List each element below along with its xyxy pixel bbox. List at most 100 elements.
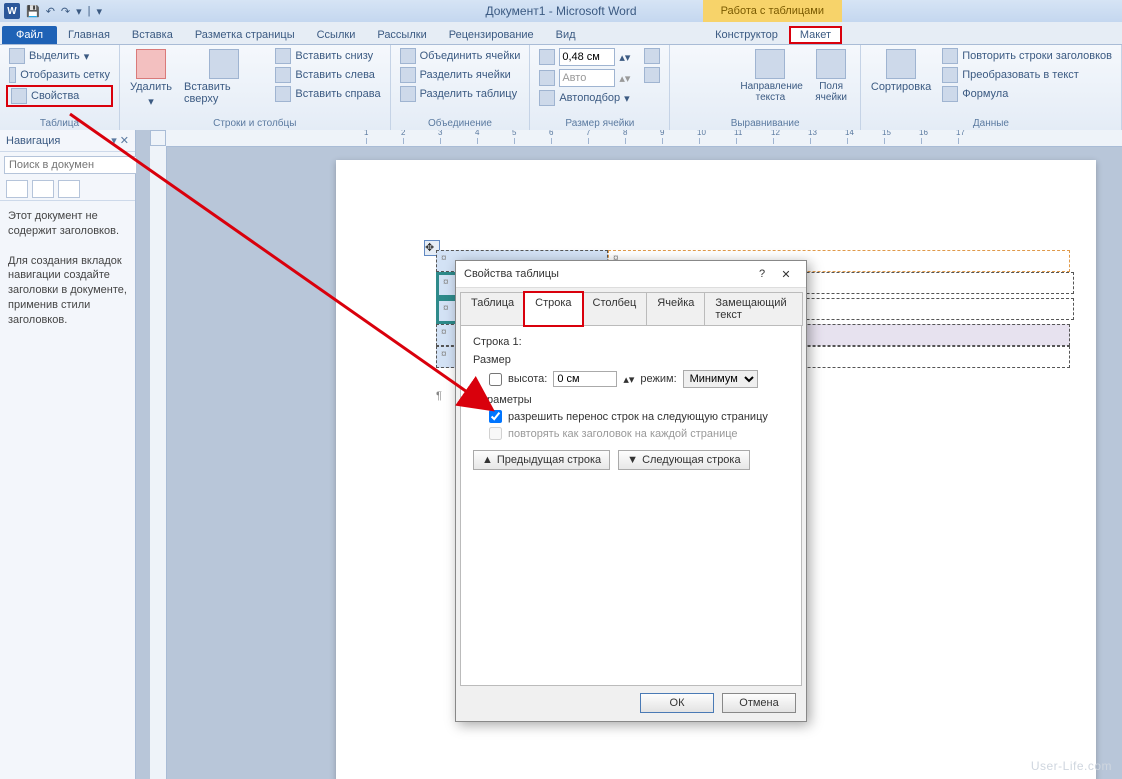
tab-view[interactable]: Вид <box>545 26 587 44</box>
qat-dropdown-icon[interactable]: ▾ <box>97 5 103 18</box>
dtab-row[interactable]: Строка <box>524 292 582 326</box>
dialog-close-icon[interactable]: ✕ <box>774 268 798 281</box>
tab-review[interactable]: Рецензирование <box>438 26 545 44</box>
nav-dropdown-icon[interactable]: ▾ ✕ <box>111 134 129 147</box>
dialog-footer: ОК Отмена <box>640 693 796 713</box>
row-height-field[interactable]: ▴▾ <box>536 47 633 67</box>
mode-label: режим: <box>640 373 676 385</box>
redo-icon[interactable]: ↷ <box>61 5 70 18</box>
split-cells-button[interactable]: Разделить ячейки <box>397 66 524 84</box>
sort-icon <box>886 49 916 79</box>
gridlines-button[interactable]: Отобразить сетку <box>6 66 113 84</box>
dist-rows-icon <box>644 48 660 64</box>
qat-customize-icon[interactable]: ▾ <box>76 5 82 18</box>
group-merge: Объединить ячейки Разделить ячейки Разде… <box>391 45 531 131</box>
nav-view-pages[interactable] <box>32 180 54 198</box>
align-bl[interactable] <box>676 85 694 103</box>
insert-left-button[interactable]: Вставить слева <box>272 66 383 84</box>
insert-right-icon <box>275 86 291 102</box>
arrow-down-icon: ▼ <box>627 454 638 466</box>
next-row-button[interactable]: ▼Следующая строка <box>618 450 749 470</box>
align-tc[interactable] <box>695 47 713 65</box>
formula-button[interactable]: Формула <box>939 85 1115 103</box>
delete-button[interactable]: Удалить▾ <box>126 47 176 110</box>
alignment-grid <box>676 47 732 103</box>
cell-margins-button[interactable]: Поля ячейки <box>808 47 853 105</box>
align-mr[interactable] <box>714 66 732 84</box>
align-bc[interactable] <box>695 85 713 103</box>
quick-access-toolbar: 💾 ↶ ↷ ▾ | ▾ <box>26 5 102 18</box>
wrap-checkbox[interactable] <box>489 410 502 423</box>
row-number-label: Строка 1: <box>473 336 789 348</box>
text-direction-button[interactable]: Направление текста <box>736 47 804 105</box>
cancel-button[interactable]: Отмена <box>722 693 796 713</box>
repeat-headers-button[interactable]: Повторить строки заголовков <box>939 47 1115 65</box>
split-table-button[interactable]: Разделить таблицу <box>397 85 524 103</box>
insert-above-button[interactable]: Вставить сверху <box>180 47 268 107</box>
dialog-tabs: Таблица Строка Столбец Ячейка Замещающий… <box>456 288 806 326</box>
distribute-cols-button[interactable] <box>641 66 663 84</box>
group-table: Выделить ▾ Отобразить сетку Свойства Таб… <box>0 45 120 131</box>
nav-message: Этот документ не содержит заголовков. Дл… <box>0 201 135 336</box>
select-button[interactable]: Выделить ▾ <box>6 47 113 65</box>
merge-cells-button[interactable]: Объединить ячейки <box>397 47 524 65</box>
row-height-input[interactable] <box>559 48 615 66</box>
tab-insert[interactable]: Вставка <box>121 26 184 44</box>
dtab-column[interactable]: Столбец <box>582 292 648 326</box>
ruler-corner[interactable] <box>150 130 166 146</box>
nav-title: Навигация <box>6 135 60 147</box>
insert-right-button[interactable]: Вставить справа <box>272 85 383 103</box>
cursor-icon <box>9 48 25 64</box>
align-mc[interactable] <box>695 66 713 84</box>
text-direction-icon <box>755 49 785 79</box>
to-text-button[interactable]: Преобразовать в текст <box>939 66 1115 84</box>
ruler-vertical[interactable] <box>150 146 167 779</box>
dialog-help-icon[interactable]: ? <box>750 268 774 280</box>
save-icon[interactable]: 💾 <box>26 5 40 18</box>
to-text-icon <box>942 67 958 83</box>
sort-button[interactable]: Сортировка <box>867 47 935 95</box>
align-ml[interactable] <box>676 66 694 84</box>
wrap-label: разрешить перенос строк на следующую стр… <box>508 411 768 423</box>
height-checkbox[interactable] <box>489 373 502 386</box>
table-tools-context: Работа с таблицами <box>703 0 842 22</box>
dtab-alttext[interactable]: Замещающий текст <box>704 292 803 326</box>
tab-references[interactable]: Ссылки <box>306 26 367 44</box>
tab-layout[interactable]: Макет <box>789 26 842 44</box>
nav-search-input[interactable] <box>4 156 156 174</box>
prev-row-button[interactable]: ▲Предыдущая строка <box>473 450 610 470</box>
nav-view-results[interactable] <box>58 180 80 198</box>
ruler-horizontal[interactable]: 1234567891011121314151617 <box>166 130 1122 147</box>
autofit-button[interactable]: Автоподбор ▾ <box>536 89 633 107</box>
properties-icon <box>11 88 27 104</box>
insert-below-button[interactable]: Вставить снизу <box>272 47 383 65</box>
spinner-icon[interactable]: ▴▾ <box>619 51 630 64</box>
nav-view-headings[interactable] <box>6 180 28 198</box>
undo-icon[interactable]: ↶ <box>46 5 55 18</box>
properties-button[interactable]: Свойства <box>6 85 113 107</box>
tab-design[interactable]: Конструктор <box>704 26 789 44</box>
file-tab[interactable]: Файл <box>2 26 57 44</box>
mode-select[interactable]: Минимум <box>683 370 758 388</box>
align-br[interactable] <box>714 85 732 103</box>
dialog-titlebar[interactable]: Свойства таблицы ? ✕ <box>456 261 806 288</box>
window-title: Документ1 - Microsoft Word <box>0 4 1122 18</box>
ribbon-tabs: Файл Главная Вставка Разметка страницы С… <box>0 22 1122 45</box>
tab-home[interactable]: Главная <box>57 26 121 44</box>
app-icon: W <box>4 3 20 19</box>
dtab-table[interactable]: Таблица <box>460 292 525 326</box>
tab-page-layout[interactable]: Разметка страницы <box>184 26 306 44</box>
height-label: высота: <box>508 373 547 385</box>
titlebar: W 💾 ↶ ↷ ▾ | ▾ Документ1 - Microsoft Word… <box>0 0 1122 22</box>
height-input[interactable] <box>553 371 617 387</box>
qat-sep: | <box>88 5 91 18</box>
ok-button[interactable]: ОК <box>640 693 714 713</box>
arrow-up-icon: ▲ <box>482 454 493 466</box>
height-spinner-icon[interactable]: ▴▾ <box>623 373 634 386</box>
distribute-rows-button[interactable] <box>641 47 663 65</box>
align-tl[interactable] <box>676 47 694 65</box>
dtab-cell[interactable]: Ячейка <box>646 292 705 326</box>
align-tr[interactable] <box>714 47 732 65</box>
repeat-header-checkbox <box>489 427 502 440</box>
tab-mailings[interactable]: Рассылки <box>366 26 437 44</box>
